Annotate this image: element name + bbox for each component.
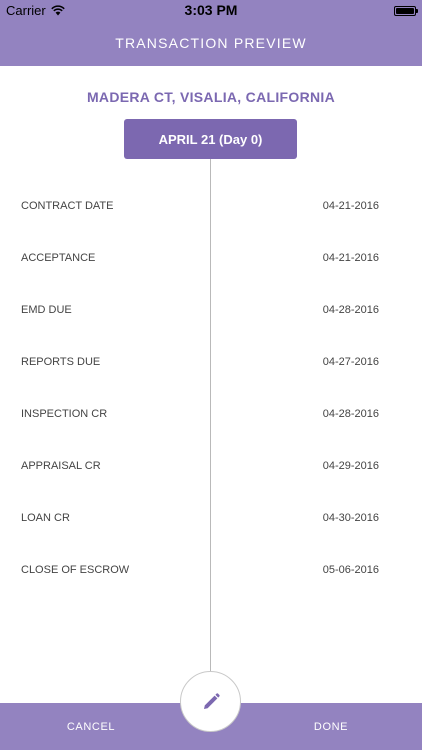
event-row-inspection-cr: INSPECTION CR 04-28-2016 (0, 408, 422, 428)
nav-bar: Carrier 3:03 PM TRANSACTION PREVIEW (0, 0, 422, 66)
event-label: ACCEPTANCE (21, 252, 96, 264)
event-label: CLOSE OF ESCROW (21, 564, 130, 576)
event-label: LOAN CR (21, 512, 70, 524)
event-row-contract-date: CONTRACT DATE 04-21-2016 (0, 200, 422, 220)
event-label: INSPECTION CR (21, 408, 108, 420)
event-date: 04-21-2016 (322, 200, 379, 212)
event-row-acceptance: ACCEPTANCE 04-21-2016 (0, 252, 422, 272)
event-label: CONTRACT DATE (21, 200, 114, 212)
battery-icon (394, 6, 418, 16)
status-time: 3:03 PM (184, 2, 238, 18)
event-date: 05-06-2016 (322, 564, 379, 576)
event-row-appraisal-cr: APPRAISAL CR 04-29-2016 (0, 460, 422, 480)
event-label: APPRAISAL CR (21, 460, 101, 472)
event-row-reports-due: REPORTS DUE 04-27-2016 (0, 356, 422, 376)
event-row-close-of-escrow: CLOSE OF ESCROW 05-06-2016 (0, 564, 422, 584)
event-date: 04-28-2016 (322, 408, 379, 420)
day-badge: APRIL 21 (Day 0) (124, 119, 297, 159)
event-date: 04-29-2016 (322, 460, 379, 472)
event-row-loan-cr: LOAN CR 04-30-2016 (0, 512, 422, 532)
done-button[interactable]: DONE (251, 703, 411, 750)
status-bar: Carrier 3:03 PM (0, 0, 422, 22)
pencil-icon (203, 692, 220, 709)
event-date: 04-27-2016 (322, 356, 379, 368)
event-date: 04-28-2016 (322, 304, 379, 316)
event-row-emd-due: EMD DUE 04-28-2016 (0, 304, 422, 324)
cancel-button[interactable]: CANCEL (11, 703, 171, 750)
event-date: 04-21-2016 (322, 252, 379, 264)
event-label: EMD DUE (21, 304, 72, 316)
event-date: 04-30-2016 (322, 512, 379, 524)
event-label: REPORTS DUE (21, 356, 101, 368)
page-title: TRANSACTION PREVIEW (115, 35, 307, 51)
property-address: MADERA CT, VISALIA, CALIFORNIA (86, 89, 336, 105)
edit-button[interactable] (180, 671, 241, 732)
